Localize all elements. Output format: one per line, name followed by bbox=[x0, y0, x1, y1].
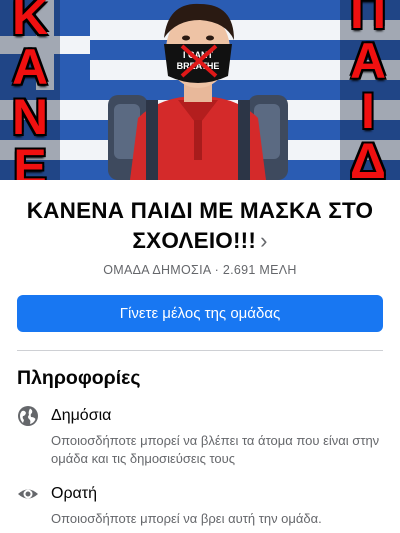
cover-letter: Α bbox=[349, 33, 387, 89]
group-members-count[interactable]: 2.691 ΜΕΛΗ bbox=[223, 263, 297, 277]
info-item-description: Οποιοσδήποτε μπορεί να βλέπει τα άτομα π… bbox=[51, 433, 380, 466]
cover-letter: Δ bbox=[350, 133, 386, 180]
cover-letter: Ε bbox=[13, 139, 47, 180]
group-title-link[interactable]: ΚΑΝΕΝΑ ΠΑΙΔΙ ΜΕ ΜΑΣΚΑ ΣΤΟ ΣΧΟΛΕΙΟ!!! › bbox=[0, 196, 400, 256]
group-cover-photo[interactable]: I CANT BREATHE Κ Α Ν Ε Π Α Ι Δ bbox=[0, 0, 400, 180]
info-item-description: Οποιοσδήποτε μπορεί να βρει αυτή την ομά… bbox=[51, 511, 322, 526]
join-group-button[interactable]: Γίνετε μέλος της ομάδας bbox=[17, 295, 383, 332]
info-item-label: Ορατή bbox=[51, 485, 98, 502]
cover-letter: Ν bbox=[11, 89, 49, 145]
globe-icon bbox=[17, 405, 39, 427]
meta-separator: · bbox=[214, 263, 220, 277]
eye-icon bbox=[17, 483, 39, 505]
group-privacy: ΟΜΑΔΑ ΔΗΜΟΣΙΑ bbox=[103, 263, 211, 277]
chevron-right-icon: › bbox=[260, 228, 268, 253]
info-item-label: Δημόσια bbox=[51, 407, 112, 424]
group-header: ΚΑΝΕΝΑ ΠΑΙΔΙ ΜΕ ΜΑΣΚΑ ΣΤΟ ΣΧΟΛΕΙΟ!!! › bbox=[0, 196, 400, 256]
about-section-title: Πληροφορίες bbox=[17, 367, 141, 389]
cover-left-word: Κ Α Ν Ε bbox=[6, 0, 54, 180]
section-divider bbox=[17, 350, 383, 351]
group-title: ΚΑΝΕΝΑ ΠΑΙΔΙ ΜΕ ΜΑΣΚΑ ΣΤΟ ΣΧΟΛΕΙΟ!!! bbox=[26, 198, 374, 253]
group-meta: ΟΜΑΔΑ ΔΗΜΟΣΙΑ · 2.691 ΜΕΛΗ bbox=[0, 263, 400, 277]
cover-illustration: I CANT BREATHE bbox=[0, 0, 400, 180]
cover-letter: Α bbox=[11, 39, 49, 95]
cover-letter: Ι bbox=[361, 83, 375, 139]
cover-letter: Κ bbox=[11, 0, 49, 45]
cover-letter: Π bbox=[349, 0, 387, 39]
cover-right-word: Π Α Ι Δ bbox=[346, 0, 390, 180]
